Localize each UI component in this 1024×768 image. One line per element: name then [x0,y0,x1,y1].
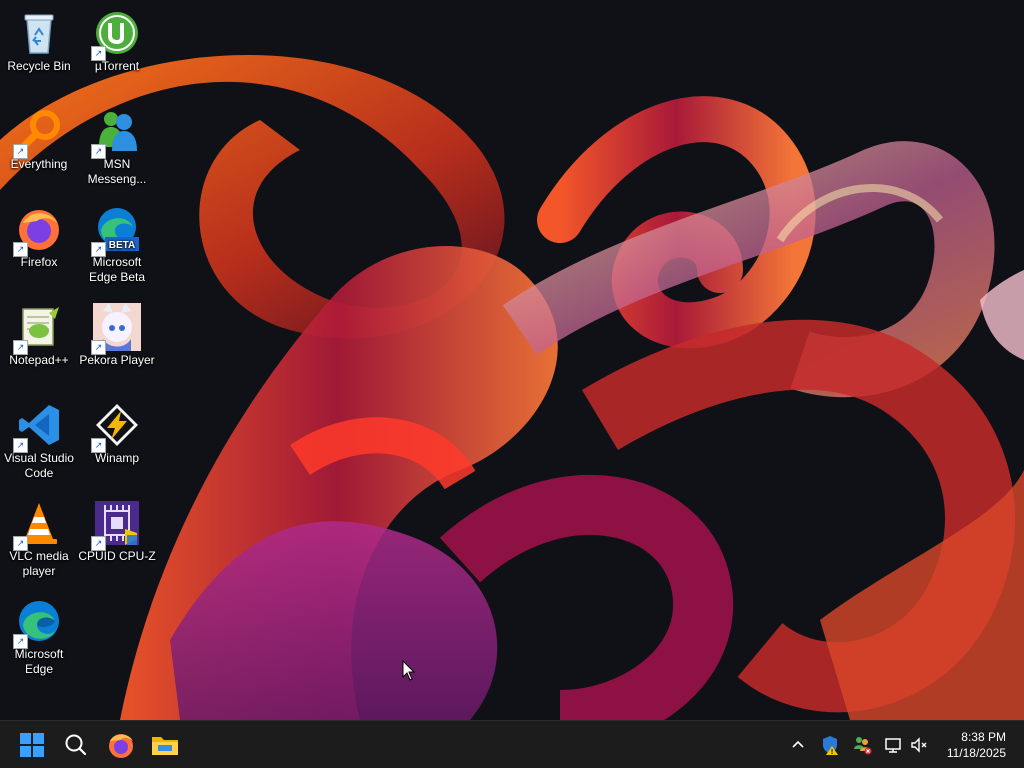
tray-volume-icon[interactable] [908,734,930,756]
shortcut-arrow-icon: ↗ [91,536,106,551]
taskbar-search-button[interactable] [58,727,94,763]
security-warning-icon: ! [823,736,838,756]
desktop-icon-cpuz[interactable]: ↗ CPUID CPU-Z [78,493,156,564]
tray-display-icon[interactable] [883,734,905,756]
desktop-icon-winamp[interactable]: ↗ Winamp [78,395,156,466]
desktop-icon-pekora-player[interactable]: ↗ Pekora Player [78,297,156,368]
file-explorer-icon [152,737,178,755]
svg-text:!: ! [831,749,833,756]
desktop-icon-vlc[interactable]: ↗ VLC media player [0,493,78,579]
desktop-icon-utorrent[interactable]: ↗ µTorrent [78,3,156,74]
desktop-icon-label: VLC media player [9,549,69,578]
chevron-up-icon [792,740,804,748]
start-button[interactable] [14,727,50,763]
recycle-bin-icon [24,14,54,54]
desktop-icon-label: Microsoft Edge [14,647,64,676]
shortcut-arrow-icon: ↗ [13,144,28,159]
svg-text:BETA: BETA [109,240,135,251]
desktop-icon-label: MSN Messeng... [87,157,147,186]
taskbar-file-explorer-button[interactable] [147,727,183,763]
display-warning-icon [885,738,901,753]
tray-security-icon[interactable]: ! [819,734,841,756]
desktop-icon-label: Everything [10,157,68,171]
desktop-icon-label: Recycle Bin [7,59,71,73]
desktop-icon-vscode[interactable]: ↗ Visual Studio Code [0,395,78,481]
desktop-icon-label: µTorrent [94,59,140,73]
shortcut-arrow-icon: ↗ [13,242,28,257]
shortcut-arrow-icon: ↗ [91,242,106,257]
desktop-icon-label: Microsoft Edge Beta [88,255,146,284]
desktop-icon-label: CPUID CPU-Z [78,549,156,563]
tray-network-people-icon[interactable] [851,734,873,756]
shortcut-arrow-icon: ↗ [91,340,106,355]
mouse-cursor-icon [402,660,416,681]
desktop-icon-microsoft-edge-beta[interactable]: BETA ↗ Microsoft Edge Beta [78,199,156,285]
desktop-icon-label: Pekora Player [79,353,155,367]
windows-start-icon [20,733,44,757]
taskbar-clock[interactable]: 8:38 PM 11/18/2025 [947,729,1006,761]
search-icon [65,734,87,756]
show-hidden-icons-button[interactable] [787,734,809,756]
desktop-icon-everything[interactable]: ↗ Everything [0,101,78,172]
desktop-icon-label: Visual Studio Code [4,451,74,480]
clock-date: 11/18/2025 [946,746,1006,760]
desktop-icon-label: Winamp [94,451,139,465]
desktop-icon-msn-messenger[interactable]: ↗ MSN Messeng... [78,101,156,187]
desktop-icon-recycle-bin[interactable]: Recycle Bin [0,3,78,74]
shortcut-arrow-icon: ↗ [91,438,106,453]
desktop-icon-notepadpp[interactable]: ↗ Notepad++ [0,297,78,368]
volume-muted-icon [911,737,927,753]
shortcut-arrow-icon: ↗ [13,634,28,649]
taskbar: ! 8:38 PM 11/18/2025 [0,720,1024,768]
shortcut-arrow-icon: ↗ [13,340,28,355]
desktop-icon-label: Notepad++ [9,353,69,367]
desktop-icon-microsoft-edge[interactable]: ↗ Microsoft Edge [0,591,78,677]
network-people-icon [854,737,872,755]
shortcut-arrow-icon: ↗ [13,438,28,453]
desktop-icon-firefox[interactable]: ↗ Firefox [0,199,78,270]
taskbar-firefox-button[interactable] [103,727,139,763]
clock-time: 8:38 PM [961,730,1006,744]
shortcut-arrow-icon: ↗ [13,536,28,551]
shortcut-arrow-icon: ↗ [91,144,106,159]
firefox-icon [109,734,133,758]
desktop-icon-label: Firefox [20,255,58,269]
shortcut-arrow-icon: ↗ [91,46,106,61]
